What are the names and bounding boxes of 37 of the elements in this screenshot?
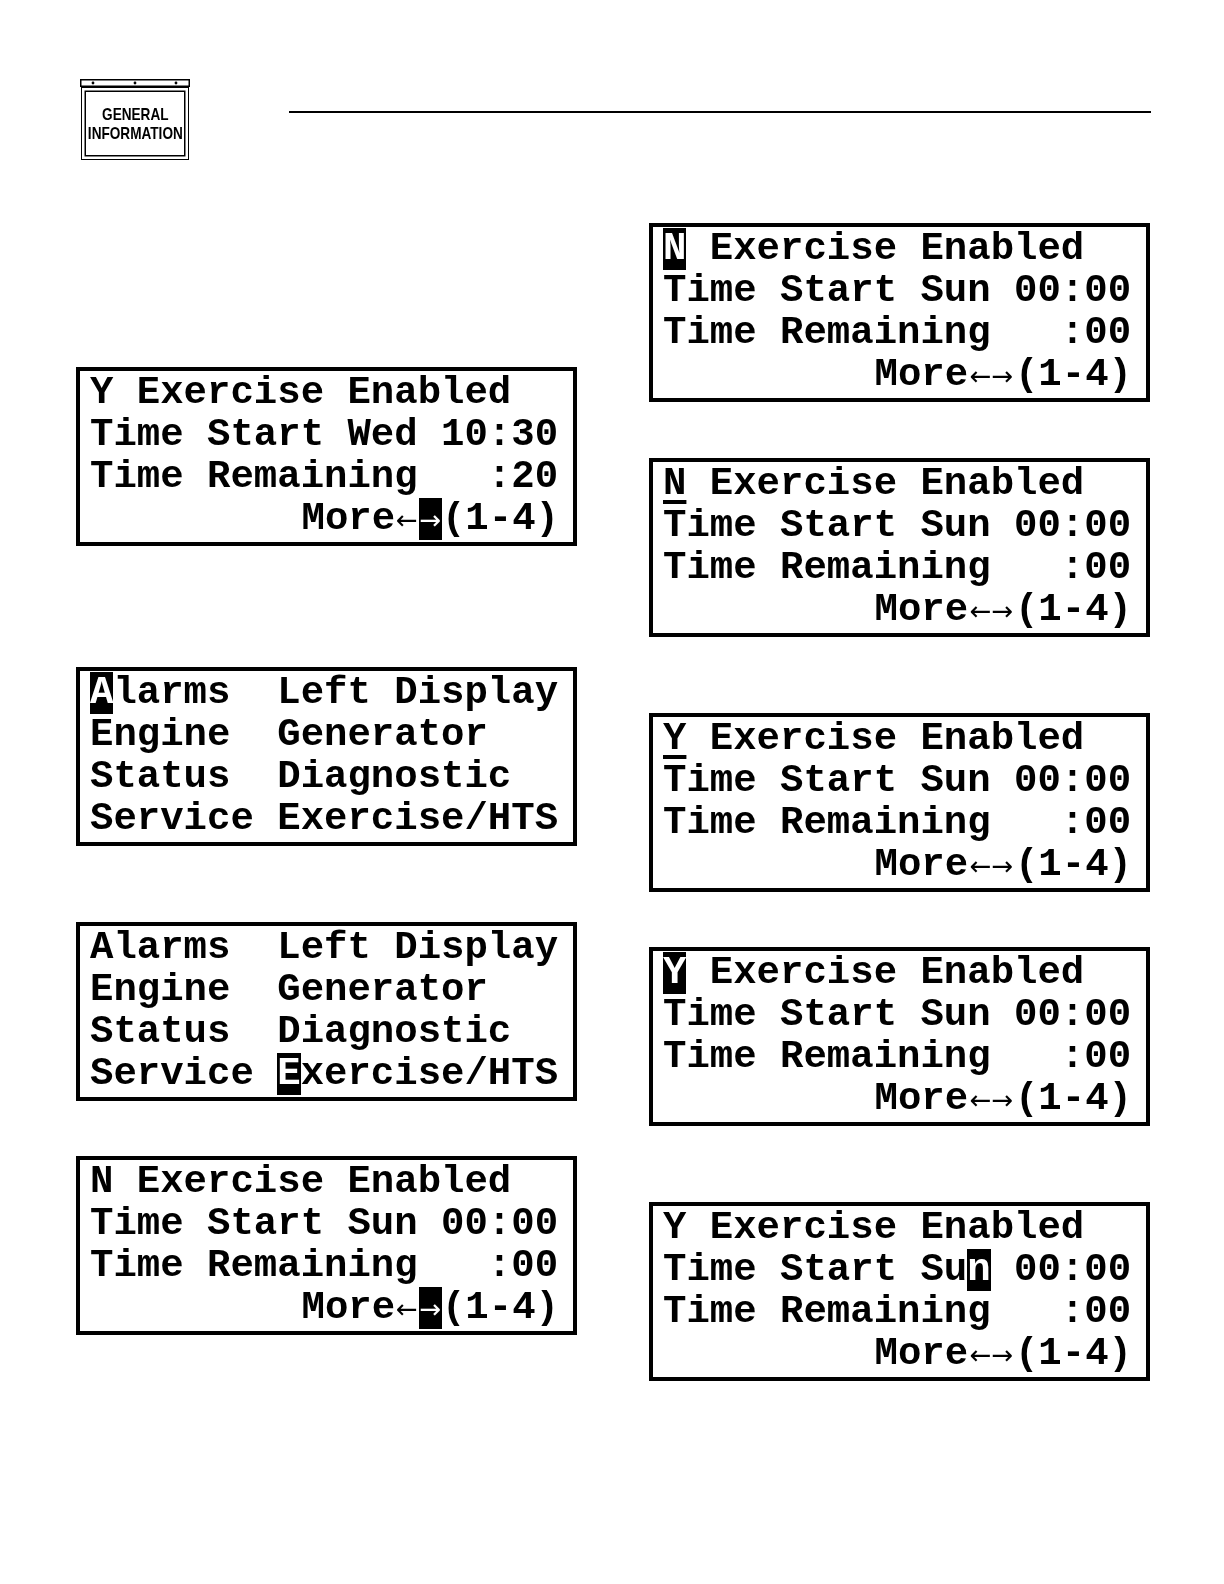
display-line: More←→(1-4): [874, 354, 1132, 396]
display-line: Time Start Sun 00:00: [663, 505, 1132, 547]
display-line: N Exercise Enabled: [663, 463, 1085, 505]
display-line: Status Diagnostic: [90, 756, 512, 798]
display-line: More←→(1-4): [874, 844, 1132, 886]
display-line: Engine Generator: [90, 714, 488, 756]
display-line: Time Start Wed 10:30: [90, 414, 559, 456]
display-line: Status Diagnostic: [90, 1011, 512, 1053]
display-line: Engine Generator: [90, 969, 488, 1011]
display-line: More←→(1-4): [301, 1287, 559, 1329]
display-line: Time Start Sun 00:00: [90, 1203, 559, 1245]
display-line: Time Start Sun 00:00: [663, 994, 1132, 1036]
display-line: Time Start Sun 00:00: [663, 270, 1132, 312]
display-line: More←→(1-4): [874, 1078, 1132, 1120]
display-line: Time Remaining :00: [663, 312, 1132, 354]
section-title: GENERAL INFORMATION: [87, 104, 183, 143]
display-line: Time Remaining :00: [663, 802, 1132, 844]
display-line: N Exercise Enabled: [90, 1161, 512, 1203]
display-line: Time Start Sun 00:00: [663, 1249, 1132, 1291]
display-line: Time Remaining :00: [90, 1245, 559, 1287]
display-line: Time Remaining :00: [663, 1291, 1132, 1333]
display-line: Service Exercise/HTS: [90, 1053, 559, 1095]
display-line: More←→(1-4): [301, 498, 559, 540]
display-line: More←→(1-4): [874, 589, 1132, 631]
display-line: Alarms Left Display: [90, 672, 559, 714]
display-line: N Exercise Enabled: [663, 228, 1085, 270]
display-line: Y Exercise Enabled: [90, 372, 512, 414]
display-line: Y Exercise Enabled: [663, 1207, 1085, 1249]
display-line: Service Exercise/HTS: [90, 798, 559, 840]
display-line: Time Remaining :00: [663, 547, 1132, 589]
display-line: Time Remaining :00: [663, 1036, 1132, 1078]
display-line: Y Exercise Enabled: [663, 718, 1085, 760]
display-line: Y Exercise Enabled: [663, 952, 1085, 994]
display-line: More←→(1-4): [874, 1333, 1132, 1375]
display-line: Alarms Left Display: [90, 927, 559, 969]
display-line: Time Start Sun 00:00: [663, 760, 1132, 802]
display-line: Time Remaining :20: [90, 456, 559, 498]
